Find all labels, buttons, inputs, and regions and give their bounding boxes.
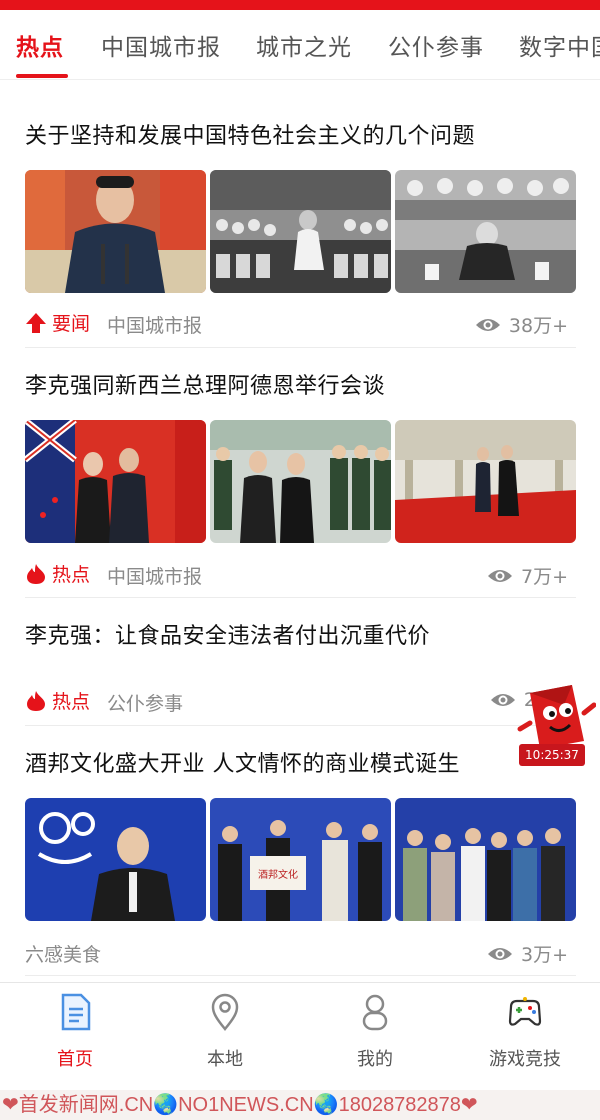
view-count: 7万+ — [487, 562, 568, 589]
location-pin-icon — [211, 993, 239, 1031]
tag-label: 热点 — [52, 564, 91, 586]
eye-icon — [475, 318, 500, 331]
news-meta: 六感美食 3万+ — [25, 936, 576, 966]
news-source: 六感美食 — [25, 944, 102, 966]
tag-label: 要闻 — [52, 313, 91, 335]
news-photo[interactable] — [25, 170, 206, 293]
tab-public-servant[interactable]: 公仆参事 — [388, 28, 484, 62]
news-title[interactable]: 李克强同新西兰总理阿德恩举行会谈 — [25, 368, 385, 400]
news-photo[interactable] — [395, 170, 576, 293]
news-card[interactable]: 关于坚持和发展中国特色社会主义的几个问题 要闻 中国城市报 38万+ — [25, 80, 576, 348]
news-thumbnails — [25, 170, 576, 293]
news-photo[interactable] — [395, 798, 576, 921]
news-photo[interactable] — [210, 420, 391, 543]
news-feed[interactable]: 关于坚持和发展中国特色社会主义的几个问题 要闻 中国城市报 38万+ 李克强同新… — [0, 80, 600, 982]
person-icon — [362, 994, 388, 1031]
arrow-up-icon — [26, 312, 46, 333]
news-photo[interactable] — [25, 798, 206, 921]
status-bar-accent — [0, 0, 600, 10]
document-icon — [61, 993, 91, 1031]
news-photo[interactable] — [25, 420, 206, 543]
tab-city-light[interactable]: 城市之光 — [256, 28, 352, 62]
eye-icon — [487, 947, 512, 960]
news-source: 中国城市报 — [107, 566, 203, 588]
news-photo[interactable]: 酒邦文化 — [210, 798, 391, 921]
news-tag: 热点 — [25, 687, 90, 714]
news-title[interactable]: 李克强：让食品安全违法者付出沉重代价 — [25, 618, 430, 650]
divider — [25, 975, 576, 976]
tab-hot[interactable]: 热点 — [16, 28, 64, 62]
tag-label: 热点 — [52, 691, 91, 713]
watermark-banner: ❤首发新闻网.CN🌏NO1NEWS.CN🌏18028782878❤ — [0, 1090, 600, 1120]
news-tag: 要闻 — [25, 309, 90, 336]
nav-mine[interactable]: 我的 — [300, 983, 450, 1075]
news-title[interactable]: 酒邦文化盛大开业 人文情怀的商业模式诞生 — [25, 746, 460, 778]
view-count-value: 38万+ — [508, 315, 568, 337]
nav-label: 本地 — [207, 1049, 243, 1070]
flame-icon — [27, 563, 45, 584]
tab-china-city-news[interactable]: 中国城市报 — [101, 28, 221, 62]
gamepad-icon — [508, 997, 542, 1026]
countdown-timer[interactable]: 10:25:37 — [519, 744, 585, 766]
news-source: 中国城市报 — [107, 315, 203, 337]
news-card[interactable]: 酒邦文化盛大开业 人文情怀的商业模式诞生 酒邦文化 六感美食 3万+ — [25, 726, 576, 976]
news-thumbnails: 酒邦文化 — [25, 798, 576, 921]
nav-games[interactable]: 游戏竞技 — [450, 983, 600, 1075]
news-photo[interactable] — [395, 420, 576, 543]
news-card[interactable]: 李克强同新西兰总理阿德恩举行会谈 热点 中国城市报 7万+ — [25, 348, 576, 598]
news-thumbnails — [25, 420, 576, 543]
nav-label: 我的 — [357, 1049, 393, 1070]
nav-label: 首页 — [57, 1049, 93, 1070]
view-count: 3万+ — [487, 940, 568, 967]
news-title[interactable]: 关于坚持和发展中国特色社会主义的几个问题 — [25, 118, 475, 150]
news-tag: 热点 — [25, 560, 90, 587]
flame-icon — [27, 690, 45, 711]
news-meta: 热点 中国城市报 7万+ — [25, 558, 576, 588]
active-tab-indicator — [16, 74, 68, 78]
sign-text: 酒邦文化 — [258, 868, 298, 881]
news-source: 公仆参事 — [107, 693, 184, 715]
news-card[interactable]: 李克强：让食品安全违法者付出沉重代价 热点 公仆参事 2 — [25, 598, 576, 726]
eye-icon — [490, 694, 515, 706]
news-meta: 要闻 中国城市报 38万+ — [25, 307, 576, 337]
bottom-navigation: 首页 本地 我的 游戏竞技 — [0, 982, 600, 1074]
view-count-value: 3万+ — [520, 944, 568, 966]
view-count: 38万+ — [475, 311, 568, 338]
nav-label: 游戏竞技 — [489, 1049, 561, 1070]
view-count-value: 7万+ — [520, 566, 568, 588]
news-photo[interactable] — [210, 170, 391, 293]
category-tabs: 热点 中国城市报 城市之光 公仆参事 数字中国 — [0, 10, 600, 80]
nav-home[interactable]: 首页 — [0, 983, 150, 1075]
news-meta: 热点 公仆参事 2 — [25, 685, 576, 715]
tab-digital-china[interactable]: 数字中国 — [519, 28, 600, 62]
eye-icon — [487, 569, 512, 582]
nav-local[interactable]: 本地 — [150, 983, 300, 1075]
